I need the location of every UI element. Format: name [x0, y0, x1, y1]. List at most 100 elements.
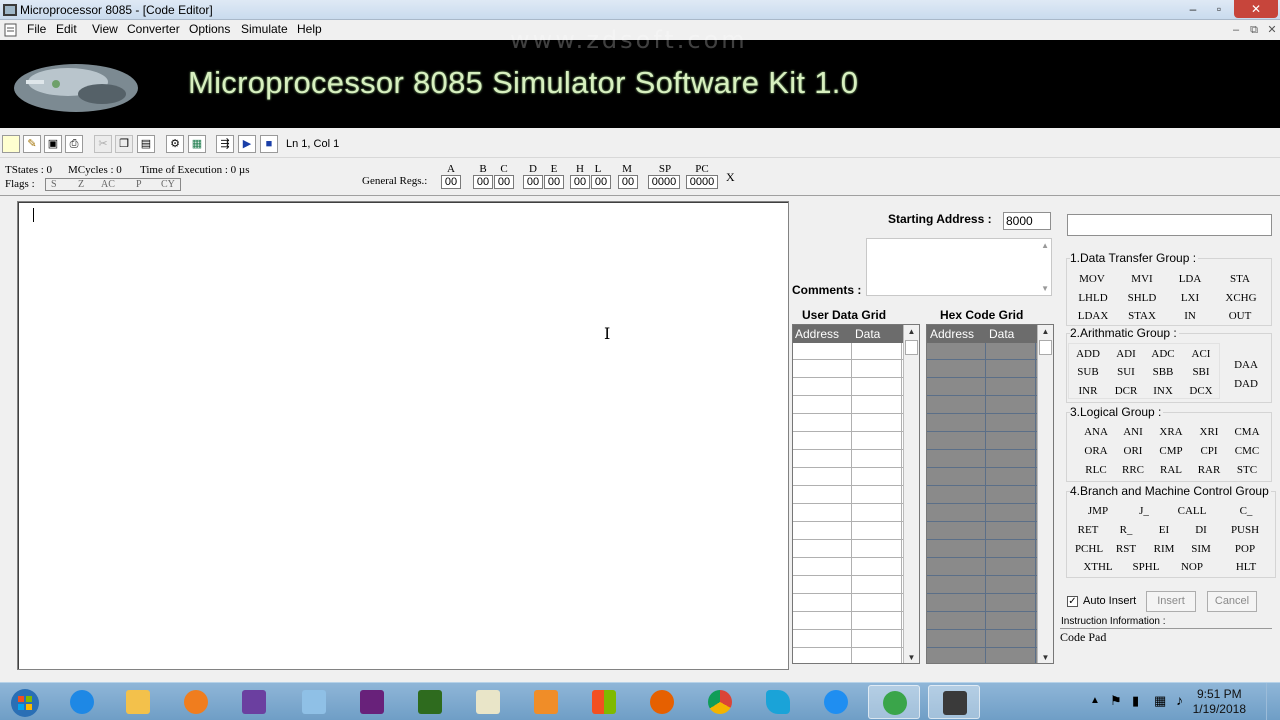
btn-j[interactable]: J_: [1126, 501, 1162, 519]
maximize-button[interactable]: ▫: [1206, 0, 1232, 18]
btn-hlt[interactable]: HLT: [1226, 557, 1266, 575]
btn-sbi[interactable]: SBI: [1183, 362, 1219, 380]
cut-button[interactable]: ✂: [94, 135, 112, 153]
tray-device-icon[interactable]: ▮: [1132, 693, 1139, 709]
open-button[interactable]: ✎: [23, 135, 41, 153]
scroll-thumb[interactable]: [905, 340, 918, 355]
scroll-down-icon[interactable]: ▼: [1038, 651, 1053, 663]
taskbar-internet-explorer[interactable]: [56, 685, 108, 719]
code-editor[interactable]: [17, 201, 789, 670]
copy-button[interactable]: ❐: [115, 135, 133, 153]
print-button[interactable]: ⎙: [65, 135, 83, 153]
taskbar-arrow-app[interactable]: [752, 685, 804, 719]
btn-xthl[interactable]: XTHL: [1078, 557, 1118, 575]
close-button[interactable]: ✕: [1234, 0, 1278, 18]
btn-ana[interactable]: ANA: [1078, 422, 1114, 440]
btn-sub[interactable]: SUB: [1070, 362, 1106, 380]
hex-code-grid[interactable]: Address Data ▲ ▼: [926, 324, 1054, 664]
btn-xra[interactable]: XRA: [1153, 422, 1189, 440]
menu-help[interactable]: Help: [297, 22, 322, 36]
taskbar-messenger[interactable]: [810, 685, 862, 719]
scroll-thumb[interactable]: [1039, 340, 1052, 355]
taskbar-chart-app[interactable]: [462, 685, 514, 719]
cancel-button[interactable]: Cancel: [1207, 591, 1257, 612]
system-clock[interactable]: 9:51 PM 1/19/2018: [1193, 687, 1246, 717]
btn-ei[interactable]: EI: [1146, 520, 1182, 538]
mdi-minimize-button[interactable]: –: [1226, 22, 1246, 38]
taskbar-chrome[interactable]: [694, 685, 746, 719]
btn-nop[interactable]: NOP: [1172, 557, 1212, 575]
btn-xri[interactable]: XRI: [1191, 422, 1227, 440]
btn-mvi[interactable]: MVI: [1120, 269, 1164, 287]
user-data-grid[interactable]: Address Data ▲ ▼: [792, 324, 920, 664]
hex-grid-scrollbar[interactable]: ▲ ▼: [1037, 325, 1053, 663]
btn-lda[interactable]: LDA: [1168, 269, 1212, 287]
btn-rar[interactable]: RAR: [1191, 460, 1227, 478]
btn-stc[interactable]: STC: [1229, 460, 1265, 478]
instruction-search-input[interactable]: [1067, 214, 1272, 236]
btn-inx[interactable]: INX: [1145, 381, 1181, 399]
btn-pchl[interactable]: PCHL: [1070, 539, 1108, 557]
btn-sim[interactable]: SIM: [1183, 539, 1219, 557]
btn-ldax[interactable]: LDAX: [1070, 306, 1116, 324]
assemble-button[interactable]: ⚙: [166, 135, 184, 153]
btn-add[interactable]: ADD: [1070, 344, 1106, 362]
taskbar-media-player[interactable]: [170, 685, 222, 719]
taskbar-sublime-text[interactable]: [520, 685, 572, 719]
btn-sui[interactable]: SUI: [1108, 362, 1144, 380]
btn-dcx[interactable]: DCX: [1183, 381, 1219, 399]
tray-chevron-icon[interactable]: ▲: [1090, 695, 1100, 706]
btn-in[interactable]: IN: [1168, 306, 1212, 324]
run-button[interactable]: ▶: [238, 135, 256, 153]
btn-pop[interactable]: POP: [1226, 539, 1264, 557]
btn-ora[interactable]: ORA: [1078, 441, 1114, 459]
minimize-button[interactable]: –: [1180, 0, 1206, 18]
btn-di[interactable]: DI: [1183, 520, 1219, 538]
auto-insert-checkbox[interactable]: ✓: [1067, 596, 1078, 607]
close-regs-button[interactable]: X: [726, 170, 735, 185]
save-button[interactable]: ▣: [44, 135, 62, 153]
btn-mov[interactable]: MOV: [1070, 269, 1114, 287]
menu-converter[interactable]: Converter: [127, 22, 180, 36]
comments-input[interactable]: ▲ ▼: [866, 238, 1052, 296]
btn-cmp[interactable]: CMP: [1153, 441, 1189, 459]
btn-daa[interactable]: DAA: [1226, 355, 1266, 373]
btn-rst[interactable]: RST: [1108, 539, 1144, 557]
tray-network-icon[interactable]: ▦: [1154, 693, 1166, 709]
starting-address-input[interactable]: 8000: [1003, 212, 1051, 230]
btn-ani[interactable]: ANI: [1115, 422, 1151, 440]
btn-sbb[interactable]: SBB: [1145, 362, 1181, 380]
taskbar-visual-studio[interactable]: [346, 685, 398, 719]
menu-edit[interactable]: Edit: [56, 22, 77, 36]
stop-button[interactable]: ■: [260, 135, 278, 153]
btn-rrc[interactable]: RRC: [1115, 460, 1151, 478]
menu-simulate[interactable]: Simulate: [241, 22, 288, 36]
new-button[interactable]: [2, 135, 20, 153]
btn-aci[interactable]: ACI: [1183, 344, 1219, 362]
btn-lhld[interactable]: LHLD: [1070, 288, 1116, 306]
btn-call[interactable]: CALL: [1170, 501, 1214, 519]
menu-view[interactable]: View: [92, 22, 118, 36]
menu-options[interactable]: Options: [189, 22, 230, 36]
compile-button[interactable]: ▦: [188, 135, 206, 153]
insert-button[interactable]: Insert: [1146, 591, 1196, 612]
taskbar-8085-simulator[interactable]: [928, 685, 980, 719]
start-button[interactable]: [0, 685, 52, 719]
btn-rlc[interactable]: RLC: [1078, 460, 1114, 478]
mdi-close-button[interactable]: ✕: [1262, 22, 1280, 38]
btn-jmp[interactable]: JMP: [1078, 501, 1118, 519]
taskbar-3d-app[interactable]: [288, 685, 340, 719]
taskbar-globe-app[interactable]: [868, 685, 920, 719]
btn-sta[interactable]: STA: [1218, 269, 1262, 287]
btn-out[interactable]: OUT: [1218, 306, 1262, 324]
btn-rim[interactable]: RIM: [1146, 539, 1182, 557]
btn-r[interactable]: R_: [1108, 520, 1144, 538]
btn-xchg[interactable]: XCHG: [1218, 288, 1264, 306]
btn-cmc[interactable]: CMC: [1229, 441, 1265, 459]
btn-cpi[interactable]: CPI: [1191, 441, 1227, 459]
btn-sphl[interactable]: SPHL: [1126, 557, 1166, 575]
show-desktop-button[interactable]: [1266, 683, 1280, 720]
btn-ret[interactable]: RET: [1070, 520, 1106, 538]
scroll-down-icon[interactable]: ▼: [904, 651, 919, 663]
btn-adi[interactable]: ADI: [1108, 344, 1144, 362]
